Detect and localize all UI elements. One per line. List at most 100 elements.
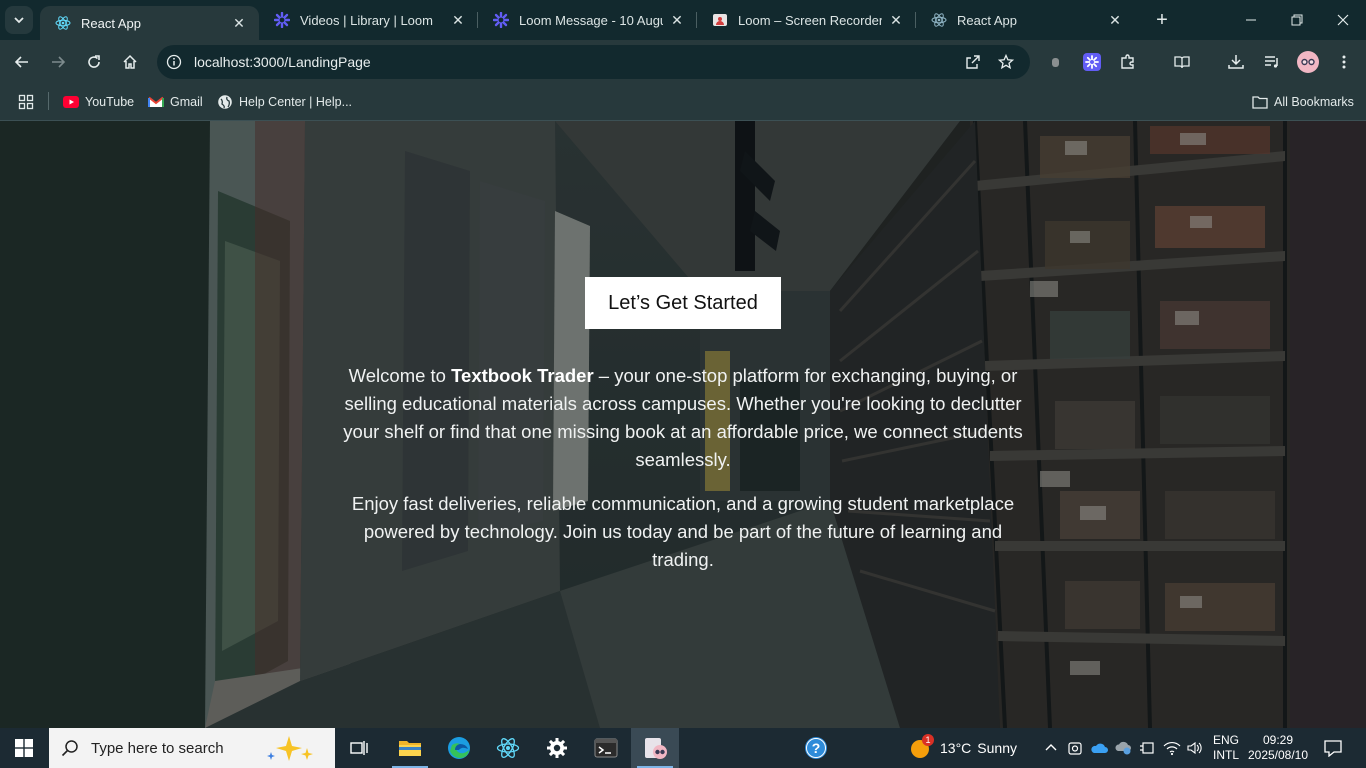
- tab-loom-message[interactable]: Loom Message - 10 August ✕: [478, 0, 697, 40]
- chevron-down-icon: [14, 17, 24, 24]
- input-language-button[interactable]: ENG INTL: [1206, 728, 1246, 768]
- clock-button[interactable]: 09:29 2025/08/10: [1246, 728, 1310, 768]
- windows-logo-icon: [15, 739, 33, 757]
- youtube-icon: [63, 94, 79, 110]
- bookmarks-bar: YouTube Gmail Help Center | Help... All …: [0, 84, 1366, 121]
- taskbar-search-box[interactable]: Type here to search: [49, 728, 335, 768]
- settings-button[interactable]: [533, 728, 581, 768]
- chevron-up-icon: [1045, 744, 1057, 751]
- globe-icon: [217, 94, 233, 110]
- bookmark-help-center[interactable]: Help Center | Help...: [217, 92, 352, 112]
- bookmark-youtube[interactable]: YouTube: [63, 92, 134, 112]
- close-icon[interactable]: ✕: [450, 12, 466, 28]
- apps-grid-icon: [18, 94, 34, 110]
- network-button[interactable]: [1160, 728, 1184, 768]
- weather-widget[interactable]: 1 13°C Sunny: [908, 728, 1028, 768]
- restore-button[interactable]: [1274, 0, 1320, 40]
- battery-button[interactable]: [1136, 728, 1158, 768]
- tab-loom-library[interactable]: Videos | Library | Loom ✕: [259, 0, 478, 40]
- avatar-icon: [1297, 51, 1319, 73]
- tab-title: React App: [957, 12, 1017, 28]
- download-icon: [1228, 55, 1244, 69]
- info-icon[interactable]: [166, 54, 182, 70]
- battery-plug-icon: [1140, 742, 1154, 754]
- downloads-button[interactable]: [1222, 48, 1250, 76]
- terminal-button[interactable]: [582, 728, 630, 768]
- bookmark-label: Help Center | Help...: [239, 95, 353, 109]
- close-icon[interactable]: ✕: [888, 12, 904, 28]
- extension-dot-icon[interactable]: [1052, 58, 1059, 67]
- brand-name: Textbook Trader: [451, 365, 594, 386]
- open-in-new-button[interactable]: [959, 48, 987, 76]
- forward-button[interactable]: [44, 48, 72, 76]
- gear-icon: [547, 738, 567, 758]
- hero-description: Welcome to Textbook Trader – your one-st…: [343, 362, 1023, 590]
- secondary-paragraph: Enjoy fast deliveries, reliable communic…: [351, 493, 1015, 570]
- terminal-icon: [594, 738, 618, 758]
- bookmark-star-button[interactable]: [992, 48, 1020, 76]
- star-icon: [998, 54, 1014, 70]
- close-window-button[interactable]: [1320, 0, 1366, 40]
- folder-icon: [1252, 94, 1268, 110]
- bookmarks-divider: [48, 92, 49, 110]
- task-view-button[interactable]: [336, 728, 384, 768]
- bookmark-gmail[interactable]: Gmail: [148, 92, 203, 112]
- windows-taskbar: Type here to search ? 1 13°C Sunny ENG I…: [0, 728, 1366, 768]
- extensions-button[interactable]: [1114, 48, 1142, 76]
- react-icon: [55, 15, 71, 31]
- tab-search-button[interactable]: [5, 6, 33, 34]
- get-help-button[interactable]: ?: [798, 728, 834, 768]
- new-tab-button[interactable]: +: [1150, 8, 1174, 32]
- volume-button[interactable]: [1183, 728, 1205, 768]
- loom-icon: [493, 12, 509, 28]
- weather-condition: Sunny: [977, 740, 1017, 756]
- clock-time: 09:29: [1262, 733, 1294, 747]
- reading-mode-button[interactable]: [1168, 48, 1196, 76]
- copilot-sparkle-icon: [267, 736, 313, 761]
- notifications-button[interactable]: [1318, 728, 1348, 768]
- react-devtools-button[interactable]: [484, 728, 532, 768]
- chrome-app-button[interactable]: [631, 728, 679, 768]
- task-view-icon: [350, 741, 368, 755]
- tab-react-app[interactable]: React App ✕: [40, 6, 259, 40]
- onedrive-sync-button[interactable]: [1112, 728, 1134, 768]
- profile-avatar[interactable]: [1294, 48, 1322, 76]
- language-code: ENG: [1212, 733, 1239, 747]
- tab-loom-extension[interactable]: Loom – Screen Recorder & S ✕: [697, 0, 916, 40]
- more-vertical-icon: [1342, 55, 1346, 69]
- apps-button[interactable]: [18, 92, 34, 112]
- reload-button[interactable]: [80, 48, 108, 76]
- onedrive-button[interactable]: [1087, 728, 1111, 768]
- close-icon[interactable]: ✕: [1107, 12, 1123, 28]
- address-bar[interactable]: localhost:3000/LandingPage: [157, 45, 1030, 79]
- minimize-icon: [1246, 19, 1256, 21]
- home-button[interactable]: [116, 48, 144, 76]
- folder-icon: [399, 741, 421, 756]
- minimize-button[interactable]: [1228, 0, 1274, 40]
- tab-title: Loom – Screen Recorder & S: [738, 12, 882, 28]
- file-explorer-button[interactable]: [386, 728, 434, 768]
- close-icon[interactable]: ✕: [231, 15, 247, 31]
- start-button[interactable]: [0, 728, 48, 768]
- loom-icon: [1083, 53, 1101, 71]
- media-controls-button[interactable]: [1258, 48, 1286, 76]
- get-started-button[interactable]: Let’s Get Started: [585, 277, 781, 329]
- tab-react-app-2[interactable]: React App ✕: [916, 0, 1135, 40]
- show-hidden-icons-button[interactable]: [1040, 728, 1062, 768]
- menu-button[interactable]: [1330, 48, 1358, 76]
- edge-button[interactable]: [435, 728, 483, 768]
- tab-strip: React App ✕ Videos | Library | Loom ✕ Lo…: [0, 0, 1366, 40]
- loom-extension-button[interactable]: [1078, 48, 1106, 76]
- search-icon: [61, 740, 78, 757]
- gmail-icon: [148, 94, 164, 110]
- arrow-right-icon: [52, 56, 66, 68]
- back-button[interactable]: [8, 48, 36, 76]
- tray-camera-button[interactable]: [1064, 728, 1086, 768]
- all-bookmarks-button[interactable]: All Bookmarks: [1252, 92, 1354, 112]
- tab-title: Videos | Library | Loom: [300, 12, 433, 28]
- keyboard-layout: INTL: [1212, 748, 1239, 762]
- close-icon[interactable]: ✕: [669, 12, 685, 28]
- playlist-icon: [1265, 56, 1278, 68]
- camera-icon: [1068, 742, 1082, 755]
- edge-icon: [448, 737, 470, 759]
